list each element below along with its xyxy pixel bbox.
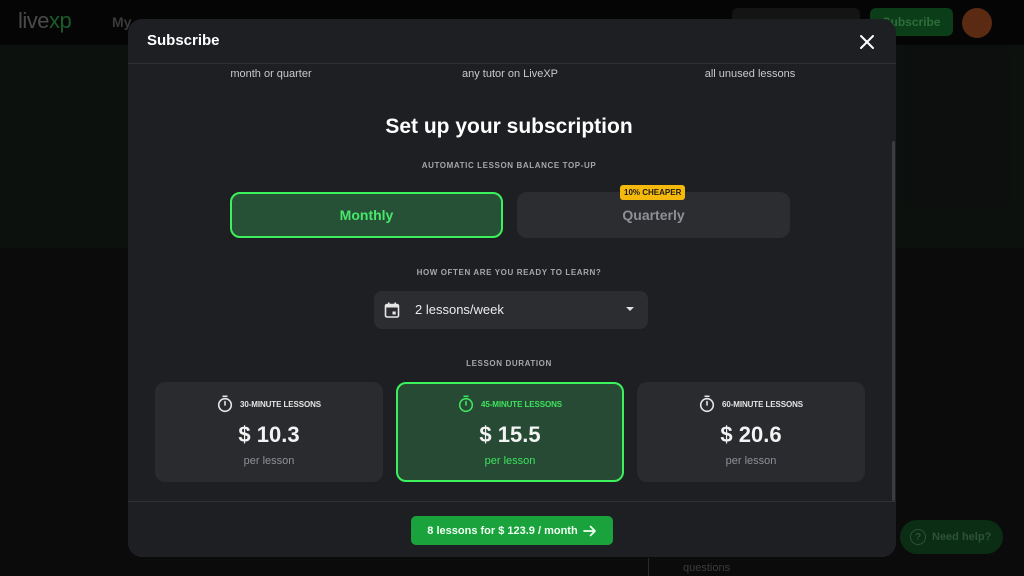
need-help-button[interactable]: ? Need help? — [900, 520, 1003, 554]
duration-name: 45-MINUTE LESSONS — [481, 399, 562, 409]
stopwatch-icon — [699, 395, 715, 413]
duration-option-45[interactable]: 45-MINUTE LESSONS $ 15.5 per lesson — [396, 382, 624, 482]
benefits-row: month or quarter any tutor on LiveXP all… — [128, 64, 890, 86]
duration-label: LESSON DURATION — [466, 359, 552, 368]
side-card — [903, 46, 1010, 208]
benefit-text: month or quarter — [230, 68, 312, 80]
frequency-label: HOW OFTEN ARE YOU READY TO LEARN? — [416, 268, 602, 277]
modal-title: Subscribe — [147, 32, 220, 49]
avatar[interactable] — [962, 8, 992, 38]
benefit-text: any tutor on LiveXP — [461, 68, 558, 80]
duration-name: 30-MINUTE LESSONS — [240, 399, 321, 409]
modal-body: month or quarter any tutor on LiveXP all… — [128, 64, 890, 501]
duration-unit: per lesson — [725, 455, 777, 467]
duration-price: $ 15.5 — [479, 422, 541, 447]
duration-header: 60-MINUTE LESSONS — [637, 395, 865, 413]
duration-header: 30-MINUTE LESSONS — [155, 395, 383, 413]
duration-unit: per lesson — [484, 455, 536, 467]
setup-heading: Set up your subscription — [385, 115, 633, 138]
subscribe-modal: Subscribe month or quarter any tutor on … — [128, 19, 896, 557]
duration-option-60[interactable]: 60-MINUTE LESSONS $ 20.6 per lesson — [637, 382, 865, 482]
question-circle-icon: ? — [910, 529, 926, 545]
period-monthly-button[interactable]: Monthly — [230, 192, 503, 238]
benefit-text: all unused lessons — [704, 68, 796, 80]
duration-header: 45-MINUTE LESSONS — [398, 395, 622, 413]
cta-label: 8 lessons for $ 123.9 / month — [427, 524, 578, 537]
scrollbar-thumb[interactable] — [892, 141, 895, 501]
frequency-value: 2 lessons/week — [415, 302, 504, 317]
divider — [648, 558, 649, 576]
topup-label: AUTOMATIC LESSON BALANCE TOP-UP — [421, 161, 597, 170]
frequency-select[interactable]: 2 lessons/week — [374, 291, 648, 329]
caret-down-icon — [626, 307, 634, 311]
duration-unit: per lesson — [243, 455, 295, 467]
logo-text-xp: xp — [49, 8, 72, 33]
close-button[interactable] — [858, 33, 876, 51]
duration-price: $ 20.6 — [720, 422, 782, 447]
calendar-icon — [384, 302, 400, 318]
discount-badge: 10% CHEAPER — [620, 185, 686, 200]
modal-footer: 8 lessons for $ 123.9 / month — [128, 501, 896, 557]
modal-header: Subscribe — [128, 19, 896, 64]
duration-price: $ 10.3 — [238, 422, 300, 447]
duration-name: 60-MINUTE LESSONS — [722, 399, 803, 409]
subscribe-cta-button[interactable]: 8 lessons for $ 123.9 / month — [411, 516, 613, 545]
stopwatch-icon — [217, 395, 233, 413]
livexp-logo[interactable]: livexp — [18, 8, 72, 34]
arrow-right-icon — [582, 525, 596, 536]
logo-text-live: live — [18, 8, 50, 33]
questions-text: questions — [683, 562, 731, 574]
stopwatch-icon — [458, 395, 474, 413]
need-help-label: Need help? — [932, 531, 992, 543]
close-icon — [860, 35, 874, 49]
duration-option-30[interactable]: 30-MINUTE LESSONS $ 10.3 per lesson — [155, 382, 383, 482]
